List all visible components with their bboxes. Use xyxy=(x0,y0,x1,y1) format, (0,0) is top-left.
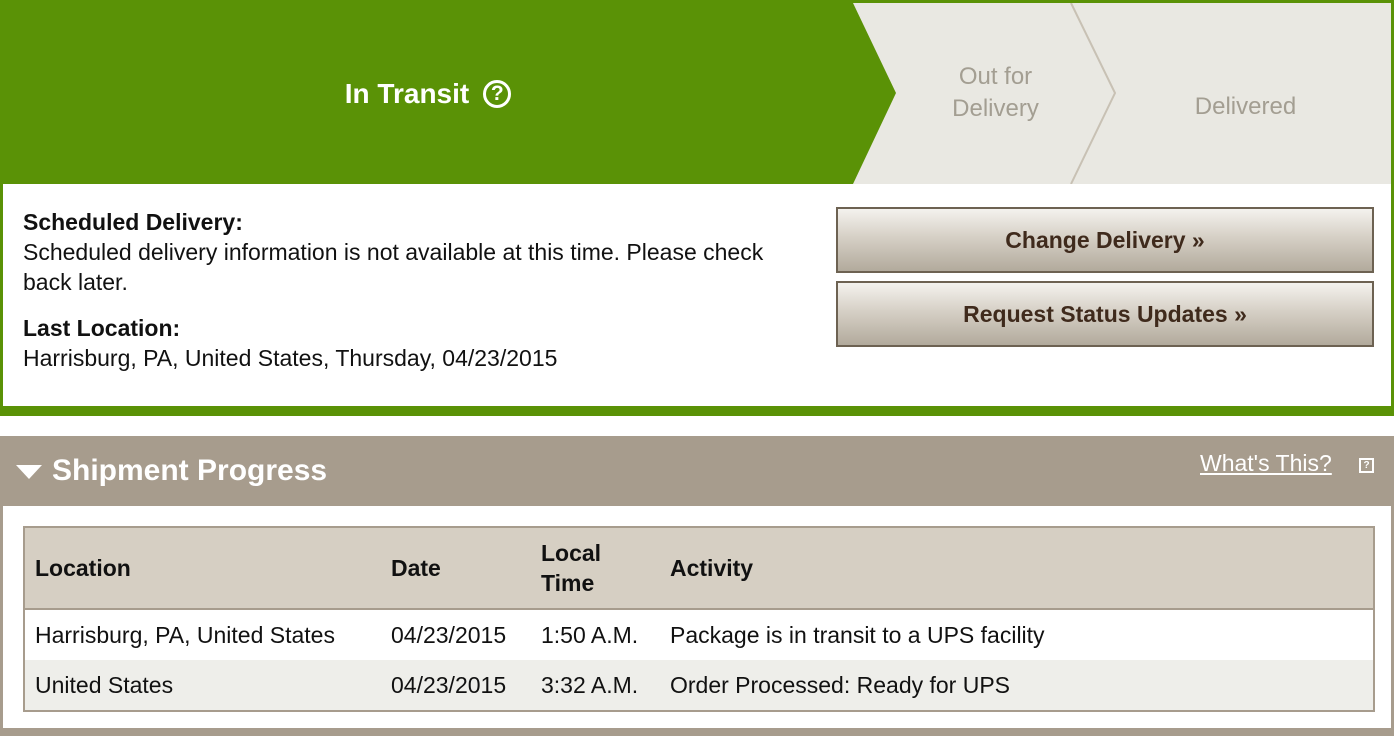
shipment-progress-table: Location Date Local Time Activity Harris… xyxy=(23,526,1375,712)
shipment-progress-title[interactable]: Shipment Progress xyxy=(52,452,327,490)
step-out-line2: Delivery xyxy=(952,95,1039,122)
cell-activity: Package is in transit to a UPS facility xyxy=(670,621,1045,648)
status-card: In Transit ? Out for Delivery Delivered … xyxy=(0,0,1394,416)
cell-time: 3:32 A.M. xyxy=(541,671,639,698)
cell-location: United States xyxy=(35,671,174,698)
step-in-transit: In Transit ? xyxy=(3,3,853,184)
delivery-info: Scheduled Delivery: Scheduled delivery i… xyxy=(23,207,803,373)
help-icon[interactable]: ? xyxy=(483,79,512,108)
popup-window-icon[interactable]: ? xyxy=(1359,458,1374,473)
table-row: United States 04/23/2015 3:32 A.M. Order… xyxy=(25,660,1373,710)
request-status-updates-button[interactable]: Request Status Updates » xyxy=(836,281,1374,347)
change-delivery-button[interactable]: Change Delivery » xyxy=(836,207,1374,273)
progress-tracker: In Transit ? Out for Delivery Delivered xyxy=(3,3,1391,184)
column-header-location: Location xyxy=(25,528,381,610)
collapse-triangle-icon[interactable] xyxy=(16,465,42,479)
last-location-text: Harrisburg, PA, United States, Thursday,… xyxy=(23,345,558,371)
cell-date: 04/23/2015 xyxy=(391,621,507,648)
cell-date: 04/23/2015 xyxy=(391,671,507,698)
table-row: Harrisburg, PA, United States 04/23/2015… xyxy=(25,609,1373,660)
scheduled-delivery-text: Scheduled delivery information is not av… xyxy=(23,239,764,295)
shipment-progress-panel: Shipment Progress What's This? ? Locatio… xyxy=(0,436,1394,736)
whats-this-link[interactable]: What's This? xyxy=(1200,450,1332,477)
column-header-date: Date xyxy=(381,528,531,610)
last-location-label: Last Location: xyxy=(23,315,181,341)
cell-activity: Order Processed: Ready for UPS xyxy=(670,671,1011,698)
panel-bottom-border xyxy=(0,728,1394,736)
shipment-progress-header[interactable]: Shipment Progress What's This? ? xyxy=(3,436,1391,506)
table-header-row: Location Date Local Time Activity xyxy=(25,528,1373,610)
cell-location: Harrisburg, PA, United States xyxy=(35,621,335,648)
step-out-line1: Out for xyxy=(958,63,1033,90)
column-header-activity: Activity xyxy=(660,528,1373,610)
cell-time: 1:50 A.M. xyxy=(541,621,639,648)
scheduled-delivery-label: Scheduled Delivery: xyxy=(23,209,243,235)
step-out-for-delivery: Out for Delivery xyxy=(903,61,1088,125)
step-delivered: Delivered xyxy=(1194,93,1297,120)
step-in-transit-label: In Transit xyxy=(344,77,470,109)
column-header-local-time: Local Time xyxy=(531,528,660,610)
